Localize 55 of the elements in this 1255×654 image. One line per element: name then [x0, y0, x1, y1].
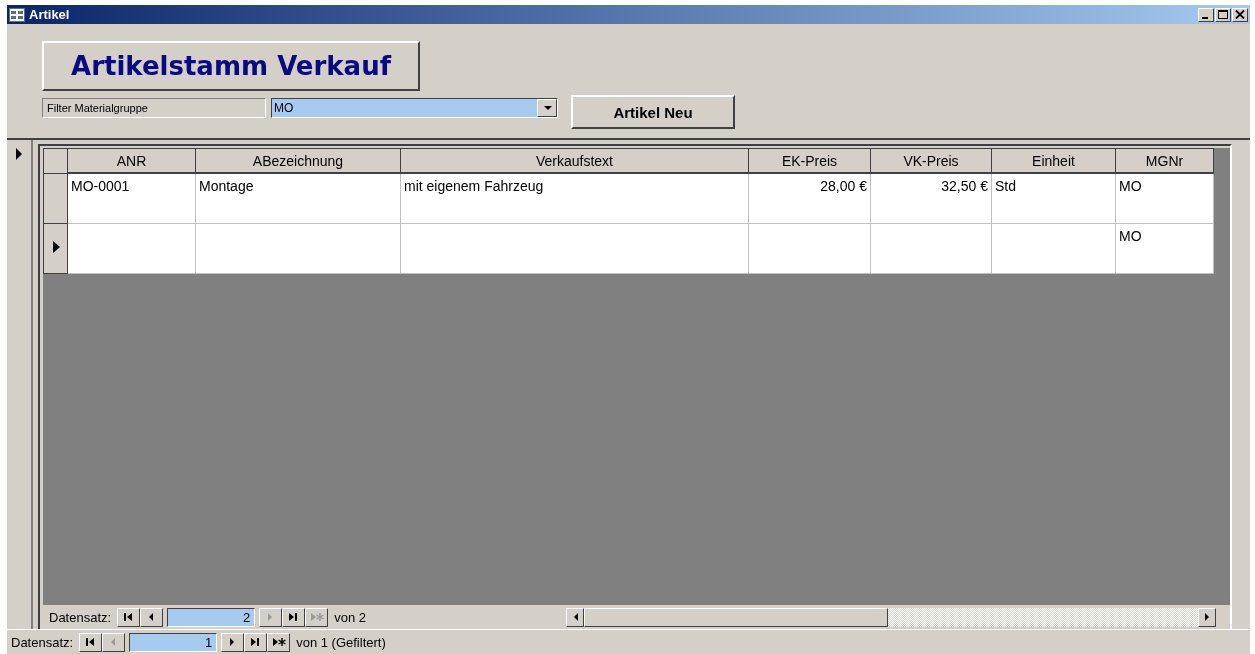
table-cell: mit eigenem Fahrzeug	[404, 178, 544, 194]
table-cell: MO	[1119, 178, 1142, 194]
right-arrow-icon	[1204, 613, 1210, 621]
column-header[interactable]: VK-Preis	[870, 148, 992, 173]
left-arrow-icon	[572, 613, 578, 621]
window-title: Artikel	[29, 7, 71, 22]
first-record-button[interactable]	[117, 607, 141, 627]
scroll-right-button[interactable]	[1198, 607, 1216, 627]
previous-record-button[interactable]	[140, 607, 164, 627]
table-cell: Std	[995, 178, 1016, 194]
column-header[interactable]: Einheit	[991, 148, 1116, 173]
table-cell: Montage	[199, 178, 254, 194]
row-selector[interactable]	[43, 223, 68, 274]
column-header[interactable]: Verkaufstext	[400, 148, 749, 173]
last-record-button[interactable]	[244, 632, 268, 652]
new-record-button[interactable]	[267, 632, 291, 652]
scroll-thumb[interactable]	[584, 607, 888, 627]
table-cell: 28,00 €	[820, 178, 867, 194]
current-record-icon	[50, 240, 61, 254]
next-record-button[interactable]	[221, 632, 245, 652]
close-button[interactable]	[1232, 7, 1248, 22]
first-record-button[interactable]	[79, 632, 103, 652]
filter-label: Filter Materialgruppe	[42, 98, 266, 118]
current-record-icon	[15, 147, 23, 161]
maximize-button[interactable]	[1215, 7, 1231, 22]
column-header[interactable]: ANR	[67, 148, 196, 173]
close-icon	[1235, 10, 1245, 19]
new-article-button[interactable]: Artikel Neu	[571, 95, 735, 129]
record-count: von 2	[334, 609, 366, 625]
title-button[interactable]: Artikelstamm Verkauf	[42, 41, 420, 91]
table-cell: MO	[1119, 228, 1142, 244]
record-label: Datensatz:	[49, 609, 112, 625]
horizontal-scrollbar[interactable]	[566, 607, 1216, 627]
last-record-button[interactable]	[282, 607, 306, 627]
new-record-icon	[271, 636, 286, 648]
scroll-left-button[interactable]	[566, 607, 584, 627]
maximize-icon	[1218, 10, 1228, 19]
dropdown-button[interactable]	[537, 99, 557, 117]
record-number-field[interactable]: 2	[167, 607, 256, 627]
filter-dropdown[interactable]: MO	[271, 98, 558, 118]
form-icon	[9, 7, 25, 22]
table-cell: MO-0001	[71, 178, 130, 194]
record-label: Datensatz:	[11, 634, 74, 650]
minimize-button[interactable]	[1198, 7, 1214, 22]
new-record-icon	[309, 611, 324, 623]
corner-cell[interactable]	[43, 148, 68, 173]
column-header[interactable]: ABezeichnung	[195, 148, 401, 173]
caret-icon	[544, 105, 552, 111]
record-number-field[interactable]: 1	[129, 632, 218, 652]
column-header[interactable]: EK-Preis	[748, 148, 871, 173]
record-count: von 1 (Gefiltert)	[296, 634, 386, 650]
column-header[interactable]: MGNr	[1115, 148, 1214, 173]
table-cell: 32,50 €	[941, 178, 988, 194]
minimize-icon	[1201, 16, 1208, 19]
row-selector[interactable]	[43, 173, 68, 224]
